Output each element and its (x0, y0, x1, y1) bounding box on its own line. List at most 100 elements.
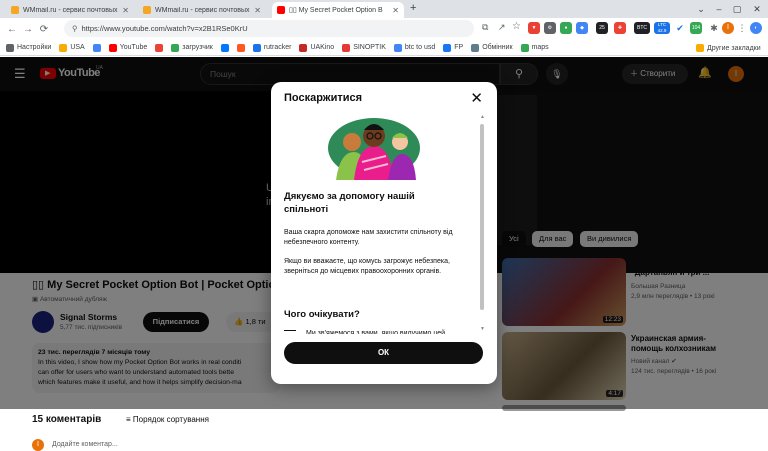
extension-icon[interactable]: ◐ (750, 22, 762, 34)
bookmark-label: FP (454, 44, 464, 51)
extension-icon[interactable]: ◆ (576, 22, 588, 34)
bookmark-item[interactable]: maps (520, 43, 549, 52)
bookmark-item[interactable]: загрузчик (171, 43, 213, 52)
google-icon (393, 43, 402, 52)
bookmark-label: rutracker (263, 44, 292, 51)
reload-icon[interactable]: ⟳ (36, 24, 52, 35)
scrollbar-thumb[interactable] (480, 124, 484, 310)
youtube-icon (108, 43, 117, 52)
extensions-puzzle-icon[interactable]: ✱ (708, 22, 720, 34)
bookmark-label: btc to usd (404, 44, 436, 51)
browser-menu-icon[interactable]: ⋮ (736, 22, 748, 34)
other-bookmarks[interactable]: Другие закладки (696, 44, 761, 52)
close-tab-icon[interactable]: ✕ (392, 6, 399, 15)
safety-info-text: Якщо ви вважаєте, що комусь загрожує неб… (284, 258, 450, 275)
bookmark-label: SINOPTIK (353, 44, 386, 51)
bookmarks-bar: Настройки USA YouTube загрузчик rutracke… (0, 40, 768, 56)
bookmark-item[interactable]: UAKino (299, 43, 335, 52)
bookmark-label: загрузчик (182, 44, 213, 51)
scroll-up-icon[interactable]: ▲ (480, 114, 485, 120)
close-tab-icon[interactable]: ✕ (122, 6, 129, 15)
bookmark-star-icon[interactable]: ☆ (512, 21, 521, 32)
bookmark-label: Другие закладки (707, 44, 761, 52)
forward-icon[interactable]: → (20, 24, 36, 35)
dialog-title: Поскаржитися (284, 92, 363, 104)
bookmark-icon (236, 43, 245, 52)
bookmark-item[interactable]: Обмінник (471, 43, 513, 52)
ok-button[interactable]: ОК (284, 342, 483, 364)
check-icon (284, 330, 296, 334)
browser-tab[interactable]: WMmail.ru - сервис почтовых ра ✕ (138, 2, 266, 18)
google-icon (92, 43, 101, 52)
bookmark-label: YouTube (119, 44, 148, 51)
bookmark-item[interactable]: rutracker (252, 43, 292, 52)
address-bar[interactable]: ⚲ https://www.youtube.com/watch?v=x2B1RS… (64, 20, 474, 37)
close-icon[interactable]: ✕ (470, 89, 483, 107)
thanks-heading: Дякуємо за допомогу нашій спільноті (284, 191, 415, 215)
extension-icon[interactable]: ● (560, 22, 572, 34)
extension-counter-icon[interactable]: 104 (690, 22, 702, 34)
bookmark-item[interactable]: Настройки (6, 43, 52, 52)
what-to-expect-heading: Чого очікувати? (284, 309, 360, 320)
folder-icon (59, 43, 68, 52)
extension-icon[interactable]: ▼ (528, 22, 540, 34)
gmail-icon (155, 43, 164, 52)
bookmark-item[interactable] (92, 43, 101, 52)
extension-icon[interactable]: ✚ (614, 22, 626, 34)
bookmark-icon (342, 43, 351, 52)
bookmark-item[interactable]: FP (443, 43, 464, 52)
maximize-button[interactable]: ▢ (726, 0, 748, 18)
bookmark-item[interactable]: USA (59, 43, 85, 52)
tab-title: WMmail.ru - сервис почтовых ра (155, 6, 251, 14)
back-icon[interactable]: ← (4, 24, 20, 35)
ltc-price-extension-icon[interactable]: LTC 42.9 (654, 22, 670, 34)
sort-label: Порядок сортування (132, 415, 209, 424)
btc-price-extension-icon[interactable]: BTC (634, 22, 650, 34)
sort-icon: ≡ (126, 415, 133, 424)
vk-icon (220, 43, 229, 52)
close-tab-icon[interactable]: ✕ (254, 6, 261, 15)
profile-avatar[interactable]: I (722, 22, 734, 34)
wmmail-favicon-icon (11, 6, 19, 14)
tab-title: ▯▯ My Secret Pocket Option B (289, 7, 383, 14)
bookmark-icon (443, 43, 452, 52)
bookmark-item[interactable] (236, 43, 245, 52)
add-comment-input[interactable]: Додайте коментар... (52, 441, 118, 448)
bookmark-label: Настройки (17, 44, 52, 51)
browser-tab-bar: WMmail.ru - сервис почтовых ра ✕ WMmail.… (0, 0, 768, 18)
bookmark-label: USA (70, 44, 85, 51)
url-text: https://www.youtube.com/watch?v=x2B1RSe0… (81, 24, 248, 33)
bookmark-icon (252, 43, 261, 52)
browser-tab-active[interactable]: ▯▯ My Secret Pocket Option B ✕ (272, 2, 404, 18)
share-icon[interactable]: ↗ (498, 22, 506, 33)
gear-icon (6, 43, 14, 52)
report-info-text: Ваша скарга допоможе нам захистити спіль… (284, 229, 453, 246)
maps-icon (520, 43, 529, 52)
bookmark-item[interactable]: YouTube (108, 43, 148, 52)
tab-title: WMmail.ru - сервис почтовых ра (23, 6, 119, 14)
extension-icon[interactable]: ✔ (674, 22, 686, 34)
browser-tab[interactable]: WMmail.ru - сервис почтовых ра ✕ (6, 2, 134, 18)
window-close-button[interactable]: ✕ (746, 0, 768, 18)
bookmark-item[interactable]: btc to usd (393, 43, 436, 52)
bookmark-icon (471, 43, 480, 52)
extension-icon[interactable]: ⚙ (544, 22, 556, 34)
browser-toolbar: ← → ⟳ ⚲ https://www.youtube.com/watch?v=… (0, 18, 768, 40)
bookmark-icon (299, 43, 308, 52)
bookmark-item[interactable] (220, 43, 229, 52)
site-info-icon[interactable]: ⚲ (72, 24, 78, 33)
new-tab-button[interactable]: + (410, 2, 416, 14)
wmmail-favicon-icon (143, 6, 151, 14)
translate-icon[interactable]: ⧉ (482, 22, 488, 33)
expectation-text: Ми зв'яжемося з вами, якщо вилучимо цей (306, 330, 446, 334)
scroll-down-icon[interactable]: ▼ (480, 326, 485, 332)
bookmark-item[interactable]: SINOPTIK (342, 43, 386, 52)
community-illustration (328, 118, 420, 180)
sort-comments-button[interactable]: ≡ Порядок сортування (126, 415, 209, 424)
report-dialog: Поскаржитися ✕ Дякуємо за допомогу нашій… (271, 82, 497, 384)
commenter-avatar: І (32, 439, 44, 451)
extension-counter-icon[interactable]: 25 (596, 22, 608, 34)
bookmark-label: UAKino (310, 44, 335, 51)
bookmark-item[interactable] (155, 43, 164, 52)
dialog-scrollbar[interactable]: ▲ ▼ (479, 114, 485, 334)
